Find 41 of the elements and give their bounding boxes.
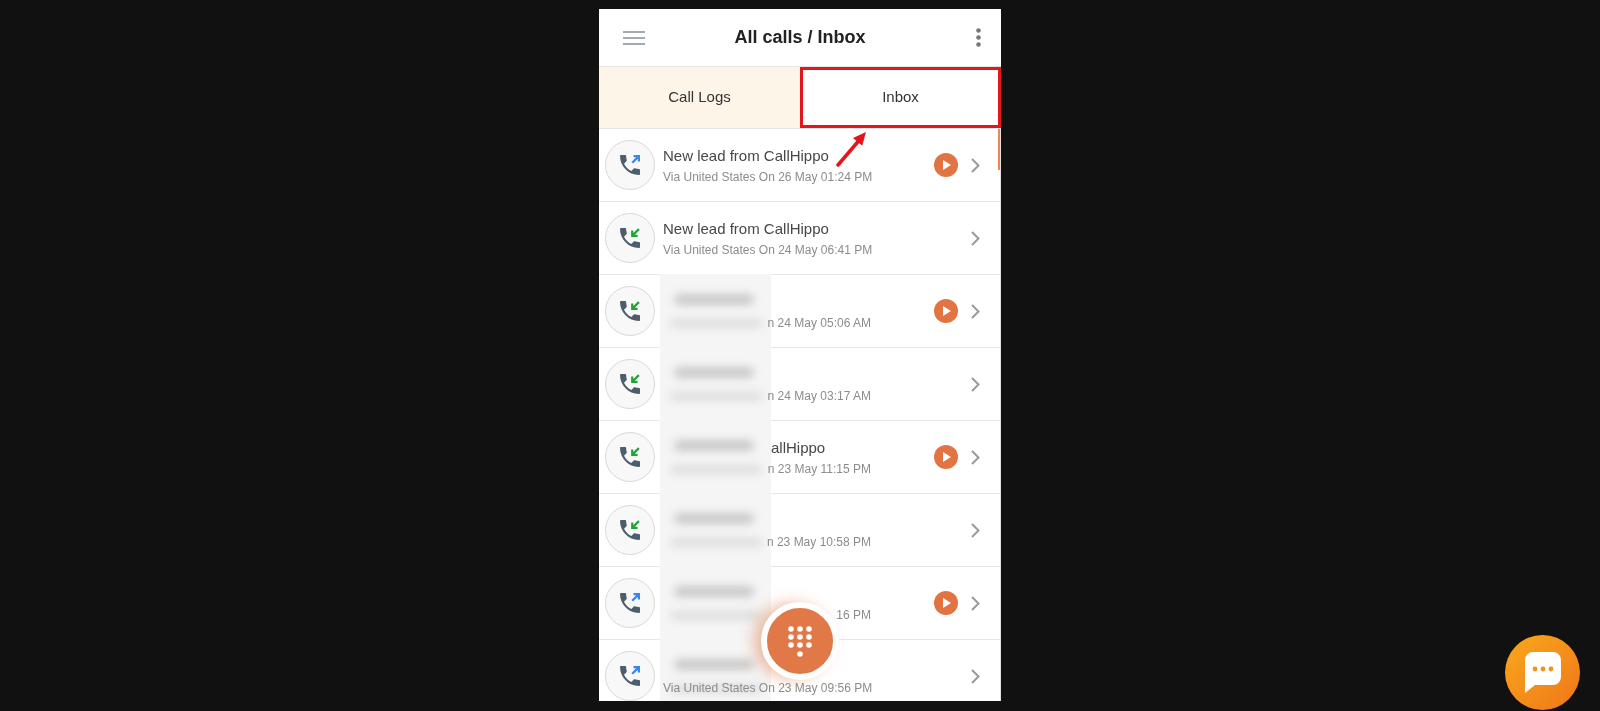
page-title: All calls / Inbox <box>734 26 866 49</box>
play-button[interactable] <box>934 299 958 323</box>
incoming-call-icon <box>605 286 655 336</box>
play-icon <box>943 598 951 608</box>
play-button[interactable] <box>934 445 958 469</box>
chevron-right-icon[interactable] <box>971 376 980 392</box>
call-details: Via United States On 24 May 06:41 PM <box>663 243 873 257</box>
play-button[interactable] <box>934 153 958 177</box>
incoming-call-icon <box>605 359 655 409</box>
annotation-arrow <box>835 129 869 167</box>
play-button[interactable] <box>934 591 958 615</box>
chevron-right-icon[interactable] <box>971 449 980 465</box>
incoming-call-icon <box>605 213 655 263</box>
call-details: 16 PM <box>836 608 871 622</box>
chat-bubble-icon <box>1524 652 1561 693</box>
chevron-right-icon[interactable] <box>971 668 980 684</box>
call-title: New lead from CallHippo <box>663 146 829 166</box>
call-details: Via United States On 26 May 01:24 PM <box>663 170 873 184</box>
call-title: allHippo <box>771 438 826 458</box>
chevron-right-icon[interactable] <box>971 303 980 319</box>
chevron-right-icon[interactable] <box>971 595 980 611</box>
dialpad-icon <box>788 625 812 657</box>
outgoing-call-icon <box>605 578 655 628</box>
play-icon <box>943 306 951 316</box>
call-details: n 24 May 03:17 AM <box>767 389 871 403</box>
incoming-call-icon <box>605 432 655 482</box>
menu-icon[interactable] <box>623 30 645 45</box>
call-details: n 24 May 05:06 AM <box>767 316 871 330</box>
call-details: n 23 May 11:15 PM <box>767 462 871 476</box>
play-icon <box>943 160 951 170</box>
more-options-icon[interactable] <box>976 28 981 47</box>
call-title: New lead from CallHippo <box>663 219 829 239</box>
chevron-right-icon[interactable] <box>971 157 980 173</box>
chevron-right-icon[interactable] <box>971 230 980 246</box>
chevron-right-icon[interactable] <box>971 522 980 538</box>
tab[interactable]: Call Logs <box>599 67 800 128</box>
play-icon <box>943 452 951 462</box>
call-details: n 23 May 10:58 PM <box>766 535 871 549</box>
call-details: Via United States On 23 May 09:56 PM <box>663 681 873 695</box>
incoming-call-icon <box>605 505 655 555</box>
outgoing-call-icon <box>605 140 655 190</box>
